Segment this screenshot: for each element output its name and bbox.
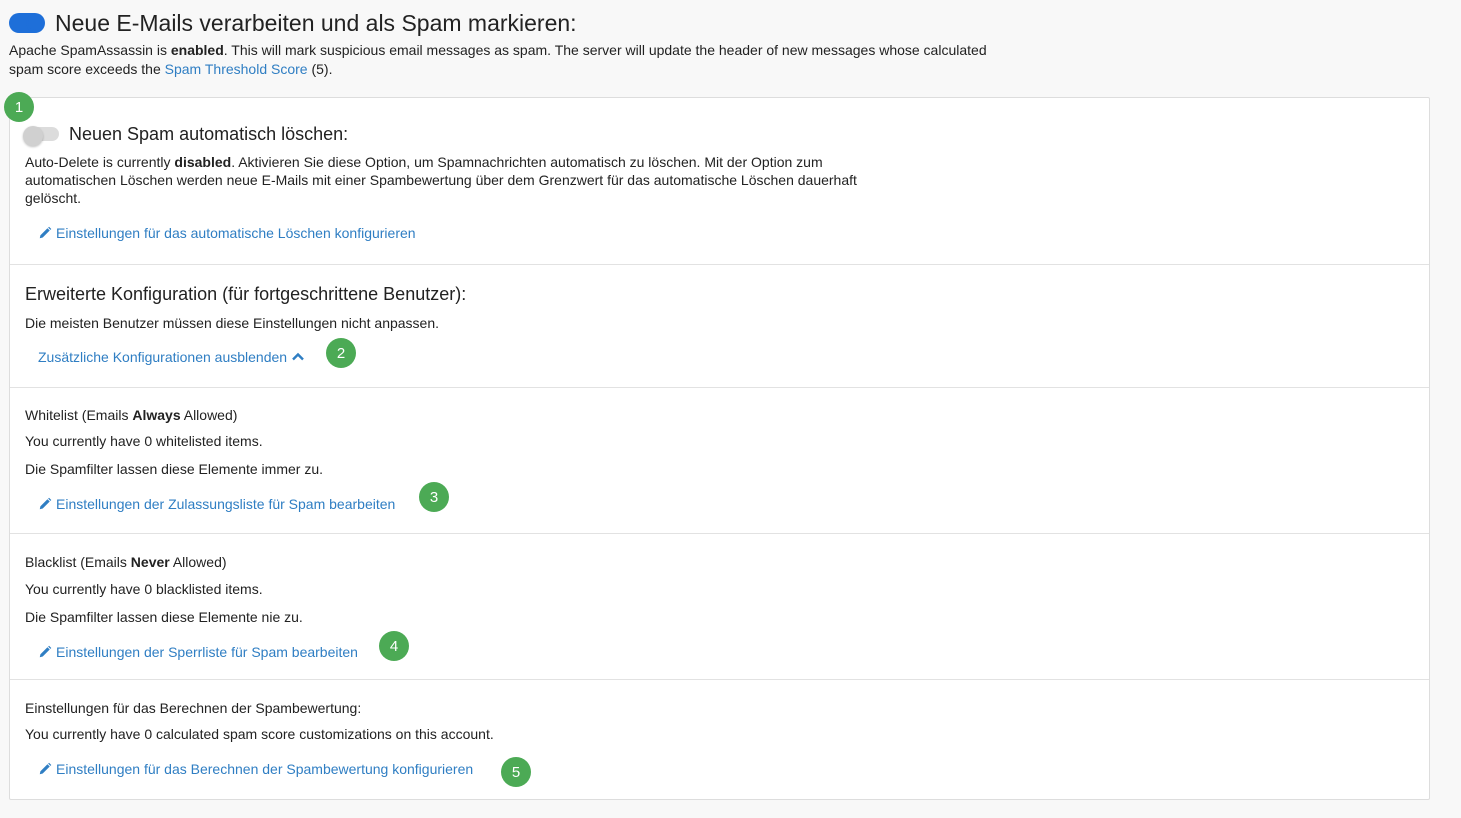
score-section: Einstellungen für das Berechnen der Spam… [10, 680, 1429, 799]
step-badge-5: 5 [501, 757, 531, 787]
blacklist-count: You currently have 0 blacklisted items. [25, 581, 263, 597]
score-config-link[interactable]: Einstellungen für das Berechnen der Spam… [38, 761, 1414, 777]
pencil-icon [39, 497, 52, 510]
settings-panel: 1 Neuen Spam automatisch löschen: Auto-D… [4, 92, 1430, 800]
advanced-section: Erweiterte Konfiguration (für fortgeschr… [10, 265, 1429, 388]
autodelete-description: Auto-Delete is currently disabled. Aktiv… [25, 154, 857, 206]
whitelist-title: Whitelist (Emails Always Allowed) [25, 407, 238, 423]
step-badge-3: 3 [419, 482, 449, 512]
blacklist-section: Blacklist (Emails Never Allowed) You cur… [10, 534, 1429, 680]
blacklist-description: Die Spamfilter lassen diese Elemente nie… [25, 609, 303, 625]
whitelist-count: You currently have 0 whitelisted items. [25, 433, 263, 449]
advanced-description: Die meisten Benutzer müssen diese Einste… [25, 315, 440, 331]
whitelist-edit-link[interactable]: Einstellungen der Zulassungsliste für Sp… [38, 496, 1414, 512]
chevron-up-icon [292, 352, 304, 361]
spam-header: Neue E-Mails verarbeiten und als Spam ma… [9, 8, 1009, 79]
pencil-icon [39, 645, 52, 658]
whitelist-section: Whitelist (Emails Always Allowed) You cu… [10, 388, 1429, 534]
advanced-title: Erweiterte Konfiguration (für fortgeschr… [25, 284, 467, 304]
blacklist-title: Blacklist (Emails Never Allowed) [25, 554, 227, 570]
spam-description: Apache SpamAssassin is enabled. This wil… [9, 42, 987, 77]
spam-processing-toggle[interactable] [9, 13, 45, 33]
step-badge-4: 4 [379, 631, 409, 661]
step-badge-2: 2 [326, 338, 356, 368]
autodelete-title: Neuen Spam automatisch löschen: [69, 123, 349, 144]
blacklist-edit-link[interactable]: Einstellungen der Sperrliste für Spam be… [38, 644, 1414, 660]
spam-threshold-link[interactable]: Spam Threshold Score [165, 61, 308, 77]
page-title: Neue E-Mails verarbeiten und als Spam ma… [55, 9, 577, 36]
score-title: Einstellungen für das Berechnen der Spam… [25, 700, 362, 716]
autodelete-toggle[interactable] [23, 126, 59, 146]
pencil-icon [39, 762, 52, 775]
score-count: You currently have 0 calculated spam sco… [25, 726, 494, 742]
hide-config-link[interactable]: Zusätzliche Konfigurationen ausblenden [38, 349, 1414, 365]
autodelete-config-link[interactable]: Einstellungen für das automatische Lösch… [38, 225, 1414, 241]
autodelete-section: 1 Neuen Spam automatisch löschen: Auto-D… [4, 92, 1429, 265]
whitelist-description: Die Spamfilter lassen diese Elemente imm… [25, 461, 324, 477]
pencil-icon [39, 226, 52, 239]
